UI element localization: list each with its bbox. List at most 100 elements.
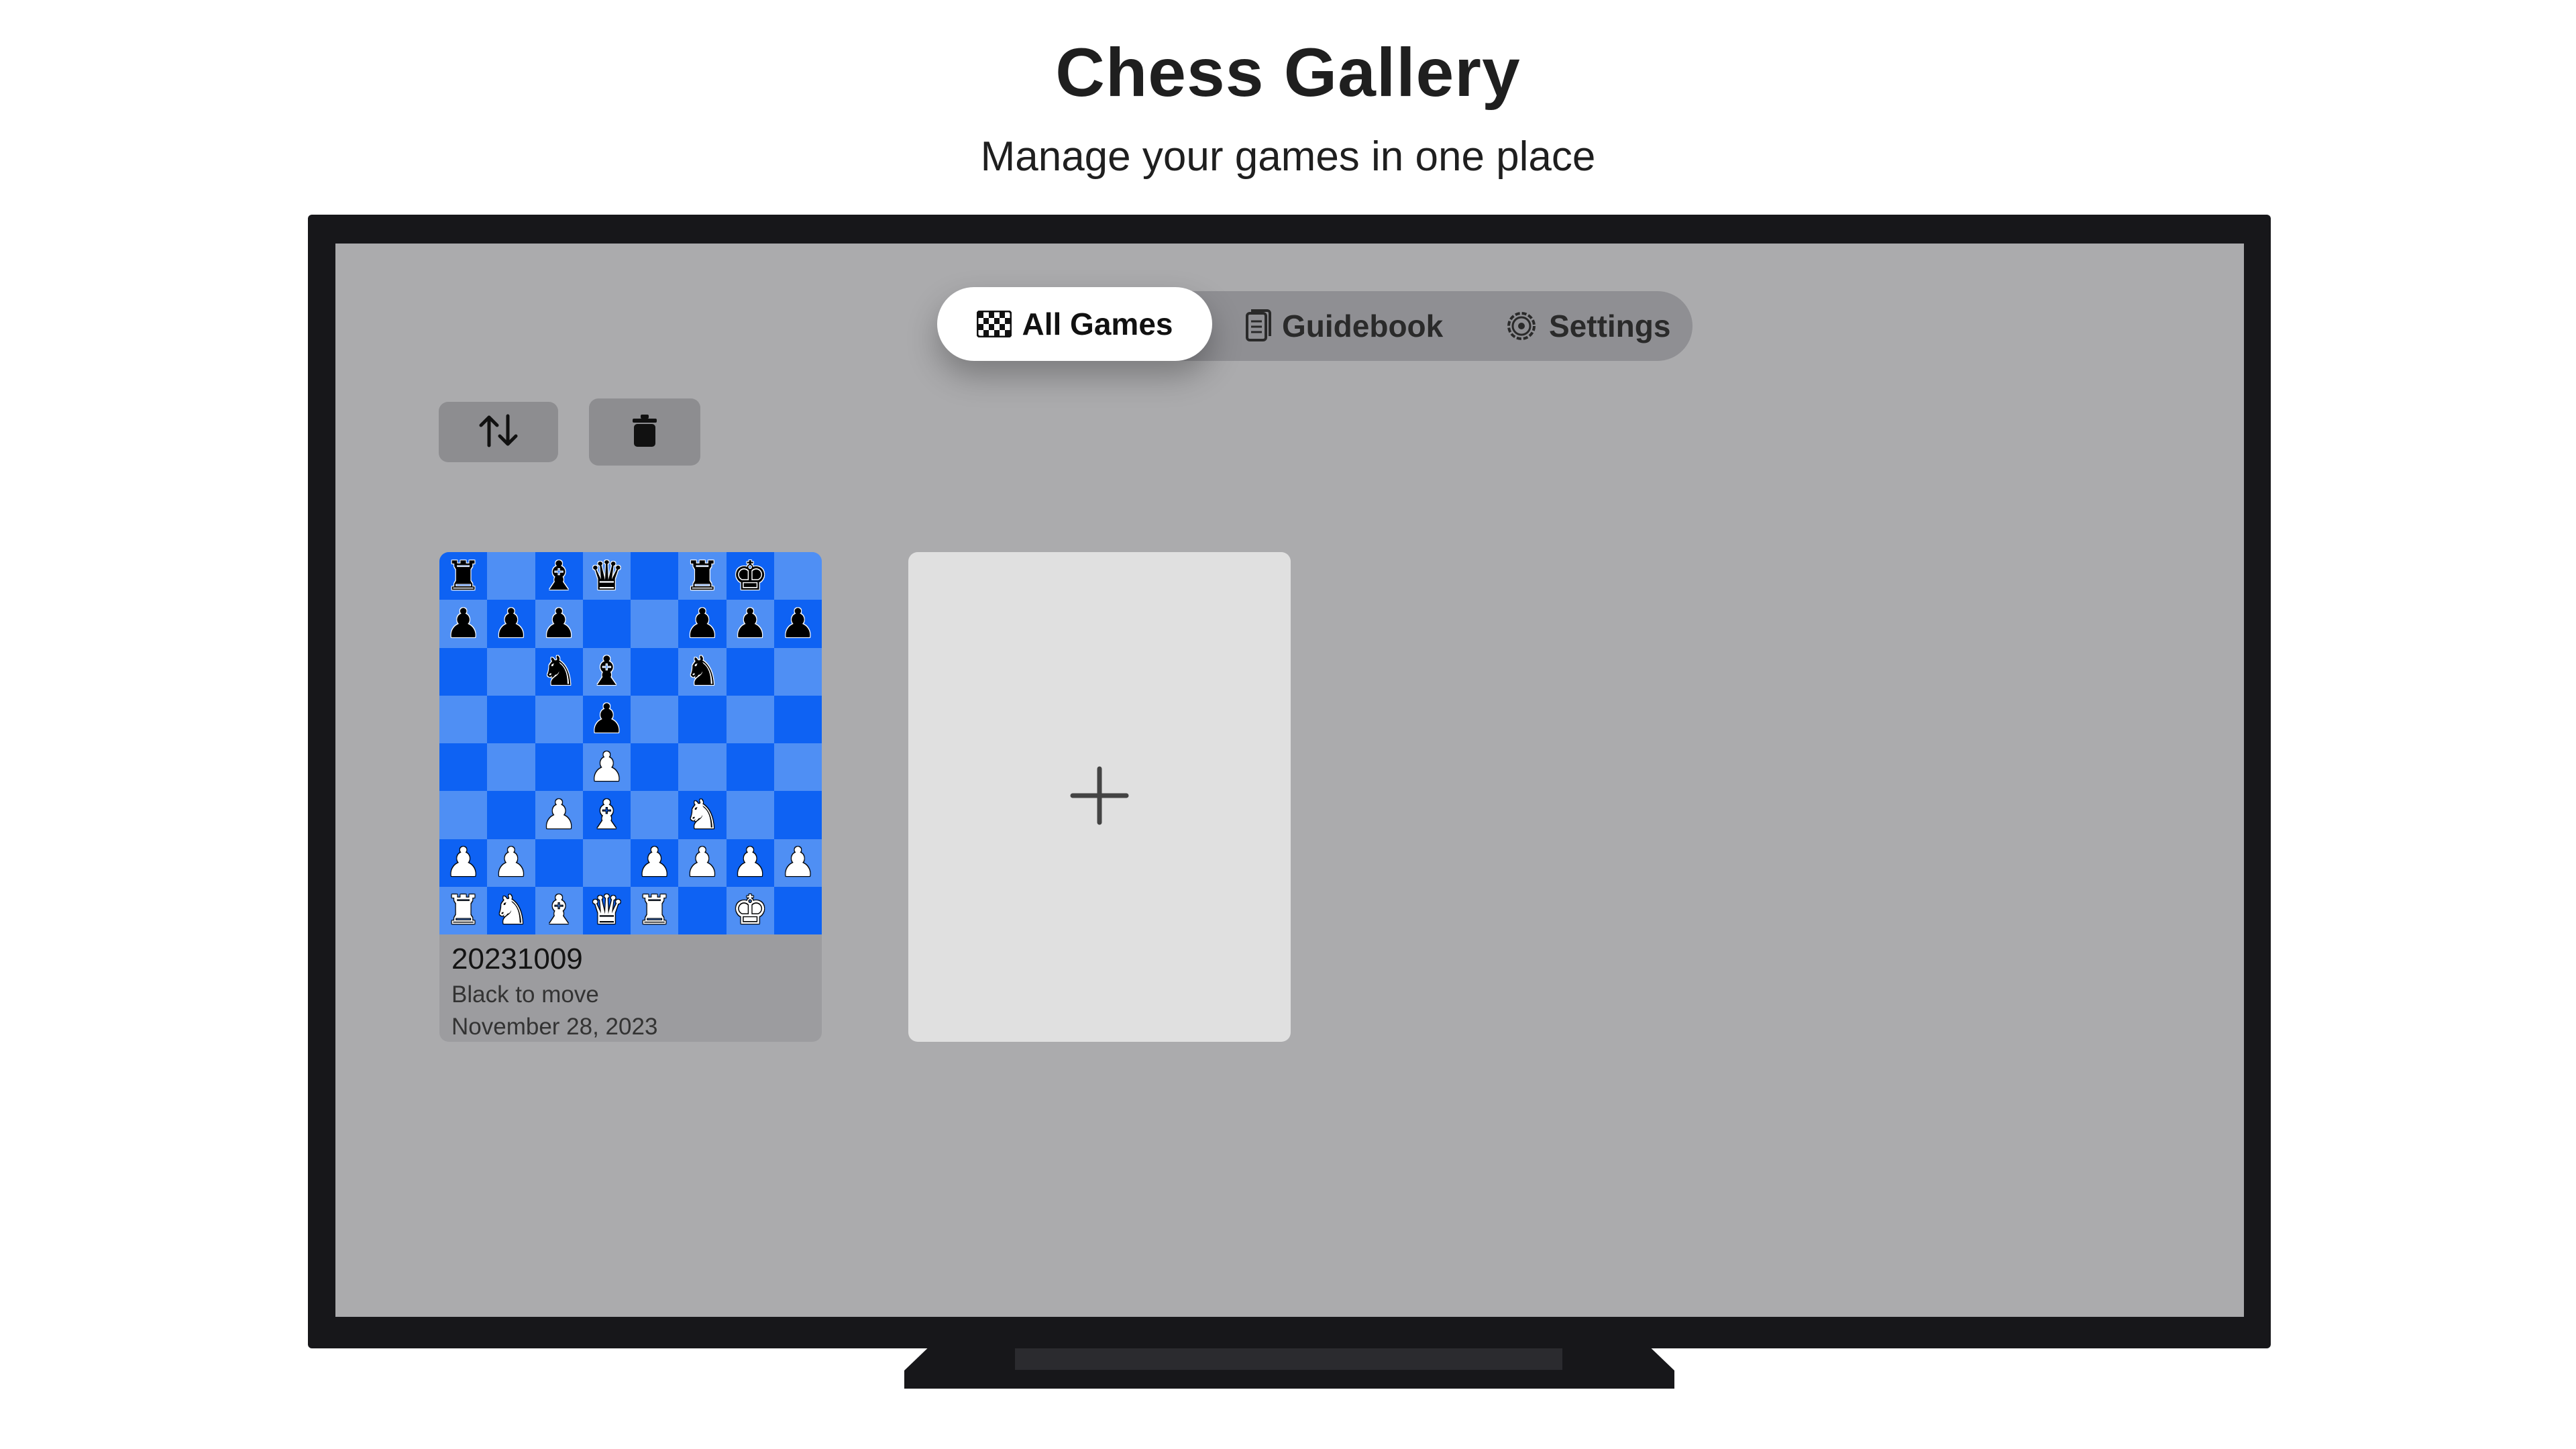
board-square: ♞︎ bbox=[678, 791, 727, 839]
tab-guidebook[interactable]: Guidebook bbox=[1244, 291, 1443, 361]
board-square bbox=[439, 695, 488, 743]
page-subtitle: Manage your games in one place bbox=[980, 133, 1596, 180]
board-square: ♞︎ bbox=[487, 886, 535, 934]
board-square: ♜︎ bbox=[631, 886, 679, 934]
new-game-card[interactable] bbox=[908, 552, 1291, 1042]
board-square: ♝︎ bbox=[582, 791, 631, 839]
tab-all-games[interactable]: All Games bbox=[937, 287, 1212, 361]
board-square: ♟︎ bbox=[726, 600, 774, 648]
board-square bbox=[487, 695, 535, 743]
board-square: ♜︎ bbox=[439, 552, 488, 600]
white-pawn-icon: ♟︎ bbox=[541, 791, 578, 839]
game-name: 20231009 bbox=[451, 943, 583, 975]
black-rook-icon: ♜︎ bbox=[684, 552, 720, 600]
board-square bbox=[631, 647, 679, 696]
board-square bbox=[631, 600, 679, 648]
sort-button[interactable] bbox=[439, 402, 558, 462]
board-square: ♟︎ bbox=[726, 839, 774, 887]
white-knight-icon: ♞︎ bbox=[492, 887, 529, 934]
board-square: ♟︎ bbox=[582, 743, 631, 792]
black-king-icon: ♚︎ bbox=[732, 552, 769, 600]
board-square bbox=[631, 743, 679, 792]
board-square: ♞︎ bbox=[678, 647, 727, 696]
black-queen-icon: ♛︎ bbox=[588, 552, 625, 600]
black-knight-icon: ♞︎ bbox=[541, 648, 578, 696]
white-bishop-icon: ♝︎ bbox=[541, 887, 578, 934]
tab-bar: Guidebook Settings All Games bbox=[937, 287, 1693, 361]
page: Chess Gallery Manage your games in one p… bbox=[0, 0, 2576, 1449]
board-square: ♟︎ bbox=[487, 839, 535, 887]
board-square bbox=[487, 552, 535, 600]
black-bishop-icon: ♝︎ bbox=[541, 552, 578, 600]
board-square bbox=[631, 552, 679, 600]
tab-settings-label: Settings bbox=[1549, 309, 1671, 343]
board-square bbox=[535, 743, 583, 792]
sort-arrows-icon bbox=[477, 412, 520, 453]
board-square: ♟︎ bbox=[582, 695, 631, 743]
tab-settings[interactable]: Settings bbox=[1505, 291, 1670, 361]
board-square: ♛︎ bbox=[582, 886, 631, 934]
black-pawn-icon: ♟︎ bbox=[780, 600, 816, 647]
board-square: ♞︎ bbox=[535, 647, 583, 696]
board-square bbox=[726, 743, 774, 792]
board-square bbox=[678, 695, 727, 743]
board-square bbox=[631, 791, 679, 839]
tv-stand-neck bbox=[1015, 1348, 1562, 1370]
board-square: ♟︎ bbox=[631, 839, 679, 887]
board-square: ♟︎ bbox=[773, 600, 822, 648]
tab-all-games-label: All Games bbox=[1022, 307, 1173, 341]
black-pawn-icon: ♟︎ bbox=[492, 600, 529, 647]
board-square: ♚︎ bbox=[726, 552, 774, 600]
board-square: ♟︎ bbox=[678, 600, 727, 648]
board-square bbox=[773, 743, 822, 792]
white-pawn-icon: ♟︎ bbox=[636, 839, 673, 887]
game-card[interactable]: ♜︎ ♝︎ ♛︎ ♜︎ ♚︎ ♟︎ ♟︎ ♟︎ ♟︎ ♟︎ ♟︎ ♞︎ ♝︎ ♞︎ ♟︎ ♟︎ ♟︎ ♝︎ ♞︎ ♟︎… bbox=[439, 552, 822, 1042]
chess-board-thumbnail: ♜︎ ♝︎ ♛︎ ♜︎ ♚︎ ♟︎ ♟︎ ♟︎ ♟︎ ♟︎ ♟︎ ♞︎ ♝︎ ♞︎ ♟︎ ♟︎ ♟︎ ♝︎ ♞︎ ♟︎… bbox=[439, 552, 822, 934]
white-bishop-icon: ♝︎ bbox=[588, 791, 625, 839]
board-square bbox=[487, 791, 535, 839]
board-square: ♟︎ bbox=[439, 839, 488, 887]
tab-guidebook-label: Guidebook bbox=[1282, 309, 1444, 343]
black-pawn-icon: ♟︎ bbox=[541, 600, 578, 647]
tv-screen: Guidebook Settings All Games ♜︎ ♝︎ ♛︎ ♜︎… bbox=[335, 244, 2244, 1317]
white-pawn-icon: ♟︎ bbox=[684, 839, 720, 887]
board-square bbox=[631, 695, 679, 743]
black-pawn-icon: ♟︎ bbox=[732, 600, 769, 647]
trash-icon bbox=[631, 413, 658, 451]
plus-icon bbox=[1069, 765, 1130, 829]
board-square bbox=[487, 743, 535, 792]
board-square bbox=[439, 743, 488, 792]
board-square bbox=[773, 886, 822, 934]
board-square bbox=[439, 647, 488, 696]
white-knight-icon: ♞︎ bbox=[684, 791, 720, 839]
board-square bbox=[535, 839, 583, 887]
black-rook-icon: ♜︎ bbox=[445, 552, 482, 600]
board-square: ♝︎ bbox=[535, 552, 583, 600]
board-square: ♟︎ bbox=[439, 600, 488, 648]
board-square bbox=[582, 839, 631, 887]
board-square bbox=[582, 600, 631, 648]
board-square bbox=[773, 695, 822, 743]
gear-icon bbox=[1505, 309, 1538, 343]
white-rook-icon: ♜︎ bbox=[636, 887, 673, 934]
white-pawn-icon: ♟︎ bbox=[492, 839, 529, 887]
white-pawn-icon: ♟︎ bbox=[732, 839, 769, 887]
board-square: ♜︎ bbox=[439, 886, 488, 934]
board-square: ♚︎ bbox=[726, 886, 774, 934]
checkerboard-icon bbox=[976, 311, 1012, 337]
board-square: ♟︎ bbox=[773, 839, 822, 887]
white-rook-icon: ♜︎ bbox=[445, 887, 482, 934]
white-queen-icon: ♛︎ bbox=[588, 887, 625, 934]
book-icon bbox=[1244, 309, 1271, 343]
board-square: ♝︎ bbox=[582, 647, 631, 696]
board-square bbox=[773, 552, 822, 600]
board-square bbox=[726, 791, 774, 839]
page-title: Chess Gallery bbox=[1055, 34, 1521, 111]
delete-button[interactable] bbox=[589, 398, 700, 466]
board-square bbox=[678, 743, 727, 792]
board-square: ♜︎ bbox=[678, 552, 727, 600]
board-square: ♛︎ bbox=[582, 552, 631, 600]
black-knight-icon: ♞︎ bbox=[684, 648, 720, 696]
white-pawn-icon: ♟︎ bbox=[445, 839, 482, 887]
white-king-icon: ♚︎ bbox=[732, 887, 769, 934]
